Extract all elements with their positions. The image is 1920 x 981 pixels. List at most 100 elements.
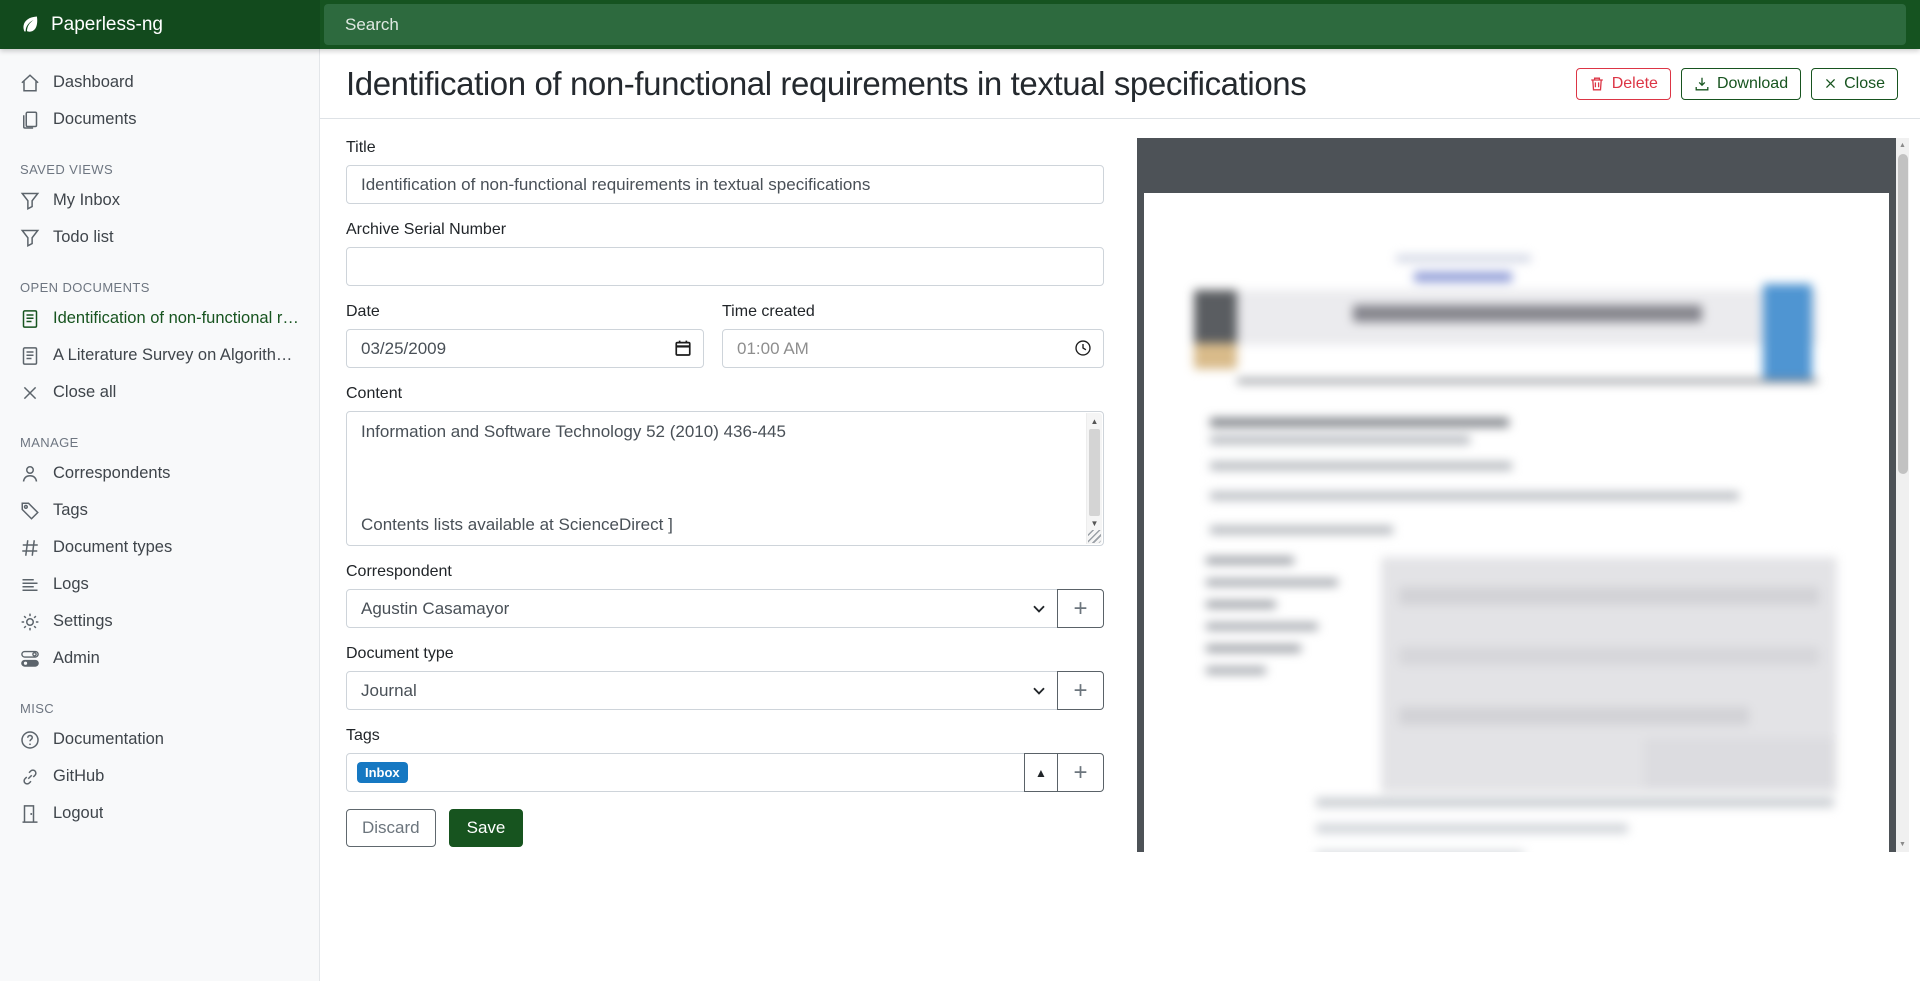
tags-dropdown-button[interactable]: ▲ [1024,753,1058,792]
document-type-group: Document type Journal + [346,645,1104,710]
leaf-icon [20,15,40,35]
sidebar-item-logout[interactable]: Logout [0,795,319,832]
tags-input[interactable]: Inbox [346,753,1025,792]
page-title: Identification of non-functional require… [346,65,1306,103]
clock-icon[interactable] [1074,339,1092,357]
sidebar-item-document-types[interactable]: Document types [0,529,319,566]
sidebar-item-admin[interactable]: Admin [0,640,319,677]
tag-badge-inbox: Inbox [357,762,408,783]
download-button[interactable]: Download [1681,68,1801,100]
door-icon [20,804,40,824]
time-input[interactable] [722,329,1104,368]
time-label: Time created [722,303,1104,321]
close-icon [1824,77,1837,90]
content-scrollbar[interactable]: ▲ ▼ [1086,413,1102,544]
sidebar-item-documents[interactable]: Documents [0,101,319,138]
scrollbar-thumb[interactable] [1089,429,1100,516]
main-content: Identification of non-functional require… [320,49,1920,981]
sidebar-section-misc: MISC [0,695,319,721]
delete-button[interactable]: Delete [1576,68,1671,100]
correspondent-select[interactable]: Agustin Casamayor [346,589,1058,628]
title-group: Title [346,139,1104,204]
search-input[interactable] [324,4,1906,45]
asn-group: Archive Serial Number [346,221,1104,286]
content-label: Content [346,385,1104,403]
toggles-icon [20,649,40,669]
search-bar [320,0,1920,49]
link-icon [20,767,40,787]
sidebar-item-tags[interactable]: Tags [0,492,319,529]
sidebar-item-github[interactable]: GitHub [0,758,319,795]
logs-icon [20,575,40,595]
chevron-down-icon [1033,687,1045,695]
add-document-type-button[interactable]: + [1057,671,1104,710]
document-type-label: Document type [346,645,1104,663]
correspondent-label: Correspondent [346,563,1104,581]
sidebar-item-settings[interactable]: Settings [0,603,319,640]
scroll-up-icon[interactable]: ▲ [1896,139,1909,152]
date-label: Date [346,303,704,321]
date-group: Date [346,303,704,368]
file-text-icon [20,309,40,329]
content-textarea[interactable]: Information and Software Technology 52 (… [346,411,1104,546]
brand-link[interactable]: Paperless-ng [0,0,320,49]
home-icon [20,73,40,93]
add-tag-button[interactable]: + [1057,753,1104,792]
question-circle-icon [20,730,40,750]
preview-scrollbar[interactable]: ▲ ▼ [1896,138,1909,852]
resize-grip[interactable] [1088,530,1101,543]
tag-icon [20,501,40,521]
scrollbar-thumb[interactable] [1898,154,1908,474]
scroll-up-icon[interactable]: ▲ [1087,414,1102,428]
discard-button[interactable]: Discard [346,809,436,847]
asn-label: Archive Serial Number [346,221,1104,239]
pdf-page [1144,193,1889,852]
sidebar-item-todo-list[interactable]: Todo list [0,219,319,256]
pdf-toolbar [1137,138,1896,193]
sidebar-item-close-all[interactable]: Close all [0,374,319,411]
content-line-1: Information and Software Technology 52 (… [361,422,1071,442]
gear-icon [20,612,40,632]
title-input[interactable] [346,165,1104,204]
time-group: Time created [722,303,1104,368]
title-label: Title [346,139,1104,157]
sidebar-item-open-doc-1[interactable]: Identification of non-functional require… [0,300,319,337]
document-type-select[interactable]: Journal [346,671,1058,710]
scroll-down-icon[interactable]: ▼ [1896,838,1909,851]
caret-up-icon: ▲ [1035,767,1047,779]
sidebar: Dashboard Documents SAVED VIEWS My Inbox… [0,49,320,981]
asn-input[interactable] [346,247,1104,286]
save-button[interactable]: Save [449,809,524,847]
document-form: Title Archive Serial Number Date Time cr… [346,139,1104,847]
file-text-icon [20,346,40,366]
close-icon [20,383,40,403]
sidebar-section-manage: MANAGE [0,429,319,455]
download-icon [1694,76,1710,92]
sidebar-section-saved-views: SAVED VIEWS [0,156,319,182]
add-correspondent-button[interactable]: + [1057,589,1104,628]
funnel-icon [20,228,40,248]
sidebar-item-correspondents[interactable]: Correspondents [0,455,319,492]
app-name: Paperless-ng [51,14,163,36]
calendar-icon[interactable] [674,339,692,357]
person-icon [20,464,40,484]
sidebar-item-my-inbox[interactable]: My Inbox [0,182,319,219]
sidebar-item-open-doc-2[interactable]: A Literature Survey on Algorithms for Mu… [0,337,319,374]
plus-icon: + [1073,761,1087,785]
trash-icon [1589,76,1605,92]
app-header: Paperless-ng [0,0,1920,49]
documents-icon [20,110,40,130]
funnel-icon [20,191,40,211]
scroll-down-icon[interactable]: ▼ [1087,516,1102,530]
sidebar-item-logs[interactable]: Logs [0,566,319,603]
pdf-preview-pane [1137,138,1896,852]
content-group: Content Information and Software Technol… [346,385,1104,546]
sidebar-item-documentation[interactable]: Documentation [0,721,319,758]
chevron-down-icon [1033,605,1045,613]
hash-icon [20,538,40,558]
plus-icon: + [1073,679,1087,703]
content-line-2: Contents lists available at ScienceDirec… [361,515,673,535]
close-button[interactable]: Close [1811,68,1898,100]
date-input[interactable] [346,329,704,368]
sidebar-item-dashboard[interactable]: Dashboard [0,64,319,101]
